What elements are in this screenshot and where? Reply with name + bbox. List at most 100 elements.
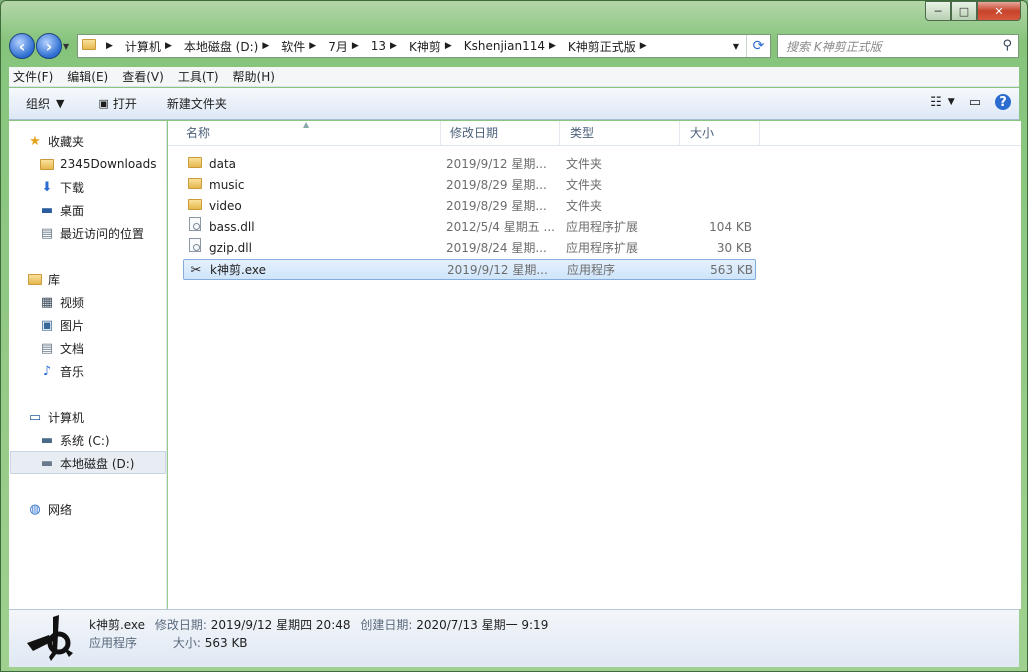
column-type[interactable]: 类型 <box>560 121 680 146</box>
column-date[interactable]: 修改日期 <box>440 121 560 146</box>
system-drive-icon: ▬ <box>40 432 54 448</box>
help-icon[interactable]: ? <box>995 94 1011 110</box>
toolbar-right: ☷ ▼ ▭ ? <box>916 94 1011 110</box>
breadcrumb-kshenjian[interactable]: K神剪 ▶ <box>407 38 462 55</box>
menu-help[interactable]: 帮助(H) <box>233 68 275 85</box>
sort-ascending-icon: ▲ <box>303 120 310 129</box>
refresh-icon[interactable]: ⟳ <box>746 35 770 57</box>
details-modified-label: 修改日期: <box>154 618 207 632</box>
computer-icon: ▭ <box>28 409 42 425</box>
details-line-1: k神剪.exe 修改日期: 2019/9/12 星期四 20:48 创建日期: … <box>89 616 554 633</box>
nav-item-desktop[interactable]: ▬ 桌面 <box>39 200 84 220</box>
view-dropdown-icon[interactable]: ▼ <box>948 97 955 107</box>
menu-file[interactable]: 文件(F) <box>13 68 53 85</box>
drive-icon: ▬ <box>40 455 54 471</box>
breadcrumb-kshenjian114[interactable]: Kshenjian114 ▶ <box>462 39 566 53</box>
details-created: 2020/7/13 星期一 9:19 <box>416 618 549 632</box>
scissors-app-icon: ✂ <box>190 263 202 278</box>
back-button[interactable]: ‹ <box>9 33 35 59</box>
nav-item-documents[interactable]: ▤ 文档 <box>39 338 84 358</box>
star-icon: ★ <box>29 133 41 149</box>
breadcrumb-drive-d[interactable]: 本地磁盘 (D:) ▶ <box>182 38 279 55</box>
picture-library-icon: ▣ <box>40 317 54 333</box>
file-row-video[interactable]: video 2019/8/29 星期... 文件夹 <box>183 196 756 217</box>
view-options-icon[interactable]: ☷ <box>930 95 942 110</box>
breadcrumb-july[interactable]: 7月 ▶ <box>326 38 369 55</box>
nav-item-drive-c[interactable]: ▬ 系统 (C:) <box>39 430 110 450</box>
breadcrumb-root-arrow[interactable]: ▶ <box>100 41 123 51</box>
column-size[interactable]: 大小 <box>680 121 760 146</box>
network-icon: ◍ <box>29 501 41 517</box>
file-row-k-shenjian-exe[interactable]: ✂ k神剪.exe 2019/9/12 星期... 应用程序 563 KB <box>183 259 756 280</box>
menu-view[interactable]: 查看(V) <box>122 68 164 85</box>
chevron-down-icon: ▼ <box>56 97 65 110</box>
open-app-icon: ▣ <box>98 97 109 110</box>
library-icon <box>27 271 43 287</box>
breadcrumb-software[interactable]: 软件 ▶ <box>279 38 326 55</box>
new-folder-button[interactable]: 新建文件夹 <box>167 95 227 112</box>
address-row: ‹ › ▼ ▶ 计算机 ▶ 本地磁盘 (D:) ▶ 软件 ▶ 7月 ▶ 13 ▶ K神剪 ▶… <box>9 31 1019 61</box>
breadcrumb-current[interactable]: K神剪正式版 ▶ <box>566 38 657 55</box>
nav-item-pictures[interactable]: ▣ 图片 <box>39 315 84 335</box>
caption-buttons: ─ □ ✕ <box>925 1 1021 21</box>
forward-button[interactable]: › <box>36 33 62 59</box>
file-row-bass-dll[interactable]: bass.dll 2012/5/4 星期五 ... 应用程序扩展 104 KB <box>183 217 756 238</box>
download-folder-icon: ⬇ <box>41 179 53 195</box>
document-library-icon: ▤ <box>40 340 54 356</box>
folder-icon <box>39 156 55 172</box>
folder-icon <box>187 154 203 175</box>
nav-item-drive-d[interactable]: ▬ 本地磁盘 (D:) <box>39 453 135 473</box>
nav-network[interactable]: ◍ 网络 <box>27 499 72 519</box>
file-row-data[interactable]: data 2019/9/12 星期... 文件夹 <box>183 154 756 175</box>
address-bar[interactable]: ▶ 计算机 ▶ 本地磁盘 (D:) ▶ 软件 ▶ 7月 ▶ 13 ▶ K神剪 ▶ Kshen… <box>77 34 771 58</box>
details-size: 563 KB <box>204 636 248 650</box>
search-placeholder: 搜索 K神剪正式版 <box>786 39 882 54</box>
folder-icon <box>187 175 203 196</box>
minimize-button[interactable]: ─ <box>925 1 951 21</box>
breadcrumb-13[interactable]: 13 ▶ <box>369 39 407 53</box>
preview-pane-icon[interactable]: ▭ <box>969 95 981 110</box>
nav-item-downloads[interactable]: ⬇ 下载 <box>39 177 84 197</box>
recent-pages-dropdown[interactable]: ▼ <box>63 42 73 51</box>
dll-file-icon <box>187 238 203 259</box>
file-list: 名称 ▲ 修改日期 类型 大小 data 2019/9/12 星期... 文件夹… <box>168 120 1021 609</box>
nav-item-music[interactable]: ♪ 音乐 <box>39 361 84 381</box>
nav-item-videos[interactable]: ▦ 视频 <box>39 292 84 312</box>
music-library-icon: ♪ <box>42 363 52 379</box>
desktop-icon: ▬ <box>40 202 54 218</box>
command-toolbar: 组织 ▼ ▣ 打开 新建文件夹 ☷ ▼ ▭ ? <box>9 88 1019 120</box>
address-dropdown-icon[interactable]: ▼ <box>728 35 744 57</box>
nav-favorites[interactable]: ★ 收藏夹 <box>27 131 84 151</box>
nav-item-2345downloads[interactable]: 2345Downloads <box>39 154 156 174</box>
video-library-icon: ▦ <box>40 294 54 310</box>
search-input[interactable]: 搜索 K神剪正式版 ⚲ <box>777 34 1019 58</box>
maximize-button[interactable]: □ <box>951 1 977 21</box>
file-row-music[interactable]: music 2019/8/29 星期... 文件夹 <box>183 175 756 196</box>
details-pane: k神剪.exe 修改日期: 2019/9/12 星期四 20:48 创建日期: … <box>9 609 1019 667</box>
file-row-gzip-dll[interactable]: gzip.dll 2019/8/24 星期... 应用程序扩展 30 KB <box>183 238 756 259</box>
dll-file-icon <box>187 217 203 238</box>
scissors-app-large-icon <box>27 615 73 661</box>
menu-bar: 文件(F) 编辑(E) 查看(V) 工具(T) 帮助(H) <box>9 67 1019 87</box>
nav-computer[interactable]: ▭ 计算机 <box>27 407 84 427</box>
navigation-pane: ★ 收藏夹 2345Downloads ⬇ 下载 ▬ 桌面 ▤ 最近访问的位置 … <box>9 121 167 609</box>
details-line-2: 应用程序 大小: 563 KB <box>89 634 254 651</box>
recent-places-icon: ▤ <box>40 225 54 241</box>
details-created-label: 创建日期: <box>360 618 413 632</box>
folder-icon <box>78 39 100 53</box>
details-type: 应用程序 <box>89 636 138 650</box>
details-filename: k神剪.exe <box>89 618 146 632</box>
menu-edit[interactable]: 编辑(E) <box>67 68 108 85</box>
folder-icon <box>187 196 203 217</box>
open-button[interactable]: ▣ 打开 <box>98 95 136 112</box>
nav-item-recent-places[interactable]: ▤ 最近访问的位置 <box>39 223 144 243</box>
column-header: 名称 ▲ 修改日期 类型 大小 <box>168 120 1021 146</box>
explorer-window: ─ □ ✕ ‹ › ▼ ▶ 计算机 ▶ 本地磁盘 (D:) ▶ 软件 ▶ 7月 ▶ 13… <box>0 0 1028 672</box>
menu-tools[interactable]: 工具(T) <box>178 68 219 85</box>
details-size-label: 大小: <box>172 636 201 650</box>
search-icon[interactable]: ⚲ <box>1002 38 1012 53</box>
close-button[interactable]: ✕ <box>977 1 1021 21</box>
breadcrumb-computer[interactable]: 计算机 ▶ <box>123 38 182 55</box>
nav-library[interactable]: 库 <box>27 269 60 289</box>
organize-button[interactable]: 组织 ▼ <box>26 95 68 112</box>
